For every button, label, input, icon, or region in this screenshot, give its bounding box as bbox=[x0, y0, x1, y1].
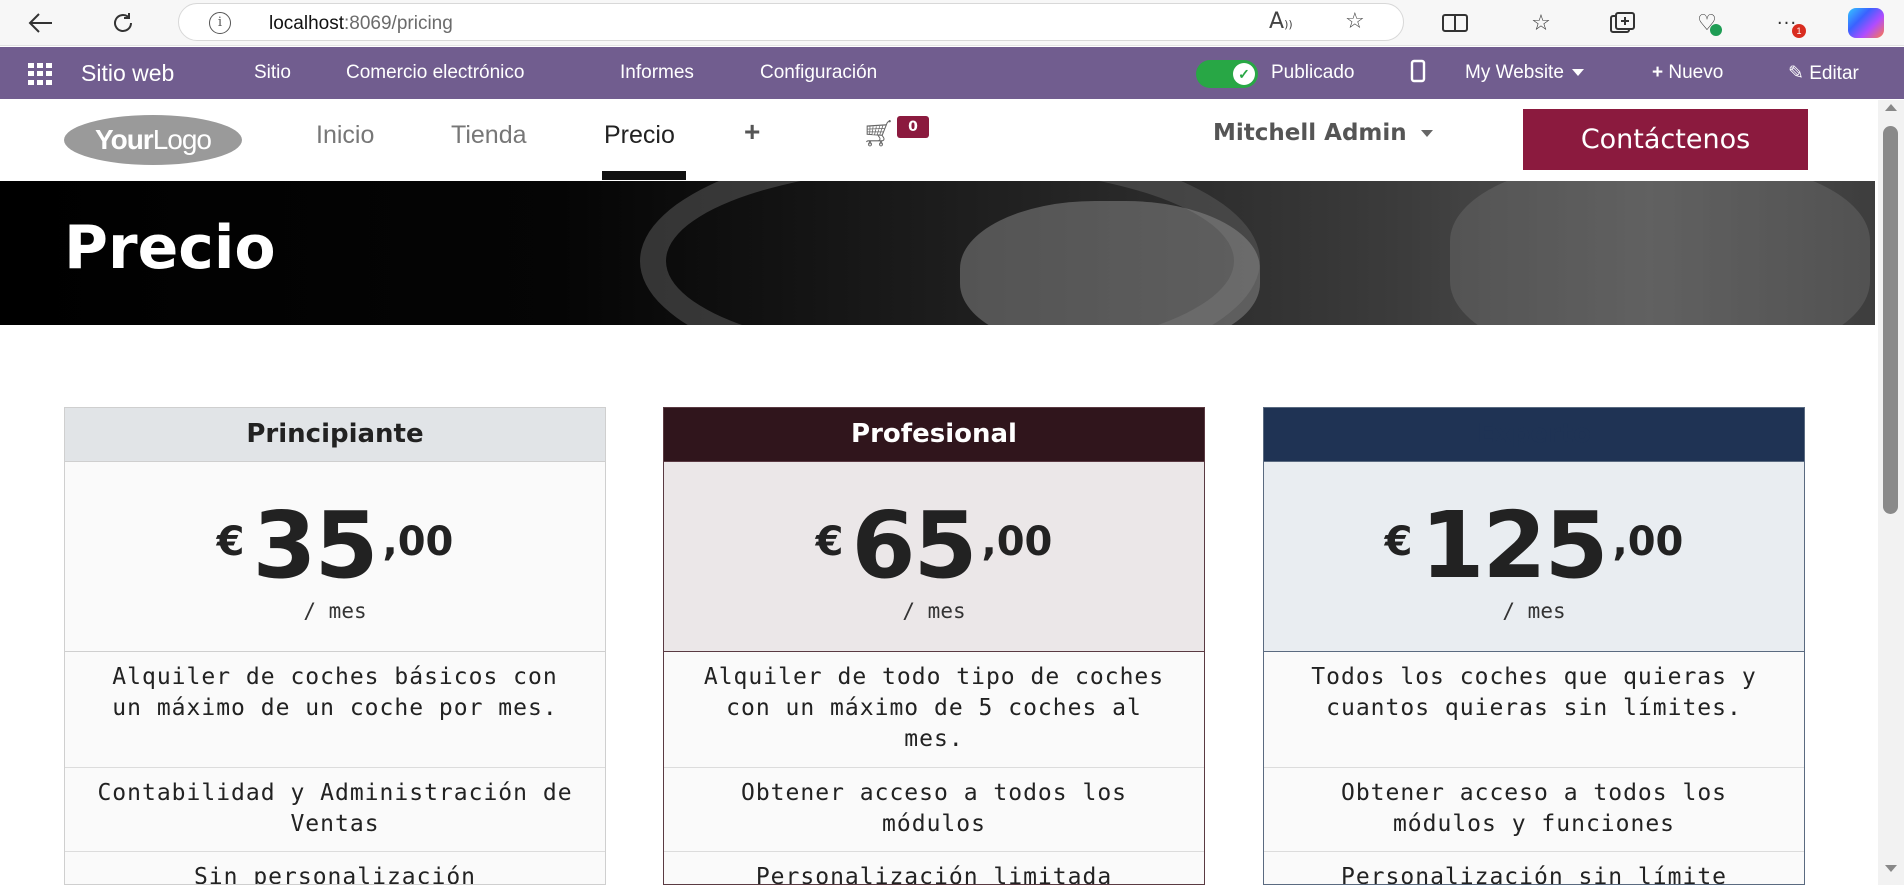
split-screen-icon[interactable] bbox=[1440, 8, 1470, 38]
plan-feature: Personalización limitada bbox=[755, 864, 1113, 885]
user-name: Mitchell Admin bbox=[1213, 120, 1407, 146]
menu-sitio[interactable]: Sitio bbox=[254, 62, 291, 84]
published-toggle[interactable]: ✓ bbox=[1196, 60, 1258, 88]
price-block: €65,00 / mes bbox=[664, 462, 1204, 652]
page-scrollbar[interactable] bbox=[1878, 100, 1904, 885]
website-label: My Website bbox=[1465, 62, 1564, 83]
price-block: €125,00 / mes bbox=[1264, 462, 1804, 652]
contact-us-button[interactable]: Contáctenos bbox=[1523, 109, 1808, 170]
nav-precio[interactable]: Precio bbox=[604, 121, 675, 150]
browser-essentials-icon[interactable]: ♡ bbox=[1692, 8, 1722, 38]
back-arrow-icon[interactable] bbox=[26, 8, 56, 38]
pricing-card-beginner: Principiante €35,00 / mes Alquiler de co… bbox=[64, 407, 606, 885]
address-bar[interactable]: i localhost:8069/pricing A)) ☆ bbox=[178, 3, 1404, 41]
page-title: Precio bbox=[64, 213, 276, 283]
company-logo[interactable]: YourLogo bbox=[64, 115, 242, 165]
price: €35,00 bbox=[65, 492, 605, 599]
plan-feature: Obtener acceso a todos los módulos bbox=[664, 768, 1204, 852]
plan-feature: Sin personalización bbox=[193, 864, 477, 885]
app-name[interactable]: Sitio web bbox=[81, 60, 174, 87]
odoo-admin-bar: Sitio web Sitio Comercio electrónico Inf… bbox=[0, 47, 1904, 99]
edit-button[interactable]: ✎ Editar bbox=[1788, 62, 1859, 85]
price-amount: 65 bbox=[851, 492, 977, 599]
active-nav-indicator bbox=[602, 171, 686, 180]
price: €65,00 bbox=[664, 492, 1204, 599]
plan-feature: Alquiler de coches básicos con un máximo… bbox=[65, 652, 605, 768]
plan-name: Principiante bbox=[65, 408, 605, 462]
mobile-preview-icon[interactable] bbox=[1410, 59, 1426, 89]
apps-menu-icon[interactable] bbox=[28, 63, 54, 85]
plus-icon: + bbox=[1652, 62, 1664, 83]
price-block: €35,00 / mes bbox=[65, 462, 605, 652]
cart-icon[interactable]: 🛒︎ bbox=[862, 119, 895, 149]
menu-ecommerce[interactable]: Comercio electrónico bbox=[346, 62, 524, 84]
favorites-icon[interactable]: ☆ bbox=[1526, 8, 1556, 38]
plan-feature: Todos los coches que quieras y cuantos q… bbox=[1264, 652, 1804, 768]
currency-symbol: € bbox=[1384, 519, 1413, 565]
copilot-icon[interactable] bbox=[1848, 8, 1884, 38]
refresh-icon[interactable] bbox=[108, 8, 138, 38]
url-text: localhost:8069/pricing bbox=[269, 13, 453, 35]
price-decimals: ,00 bbox=[1612, 519, 1684, 565]
caret-down-icon bbox=[1420, 130, 1433, 137]
price-period: / mes bbox=[902, 599, 966, 623]
website-switcher[interactable]: My Website bbox=[1465, 62, 1584, 84]
more-icon[interactable]: ··· 1 bbox=[1772, 8, 1806, 38]
notification-badge: 1 bbox=[1792, 24, 1806, 38]
published-label: Publicado bbox=[1271, 62, 1355, 83]
price-amount: 35 bbox=[252, 492, 378, 599]
hero-background-shape bbox=[1450, 181, 1870, 325]
star-icon[interactable]: ☆ bbox=[1345, 9, 1365, 34]
price-decimals: ,00 bbox=[382, 519, 454, 565]
price-decimals: ,00 bbox=[981, 519, 1053, 565]
collections-icon[interactable] bbox=[1608, 8, 1638, 38]
currency-symbol: € bbox=[216, 519, 245, 565]
plan-name: Profesional bbox=[664, 408, 1204, 462]
new-label: Nuevo bbox=[1668, 62, 1724, 83]
nav-inicio[interactable]: Inicio bbox=[316, 121, 374, 150]
plan-name: Experto bbox=[1264, 408, 1804, 462]
browser-toolbar: i localhost:8069/pricing A)) ☆ ☆ ♡ ··· 1 bbox=[0, 0, 1904, 46]
site-info-icon[interactable]: i bbox=[209, 12, 231, 34]
edit-label: Editar bbox=[1809, 63, 1859, 84]
menu-reports[interactable]: Informes bbox=[620, 62, 694, 84]
logo-bold-text: Your bbox=[95, 124, 154, 155]
new-button[interactable]: + Nuevo bbox=[1652, 62, 1723, 84]
plan-feature: Contabilidad y Administración de Ventas bbox=[65, 768, 605, 852]
user-menu[interactable]: Mitchell Admin bbox=[1213, 120, 1433, 146]
cart-count-badge: 0 bbox=[897, 116, 929, 138]
scroll-up-arrow-icon[interactable] bbox=[1885, 104, 1897, 111]
nav-tienda[interactable]: Tienda bbox=[451, 121, 527, 150]
caret-down-icon bbox=[1571, 69, 1584, 77]
menu-configuration[interactable]: Configuración bbox=[760, 62, 877, 84]
url-host: localhost bbox=[269, 13, 344, 34]
currency-symbol: € bbox=[815, 519, 844, 565]
scroll-down-arrow-icon[interactable] bbox=[1885, 865, 1897, 872]
logo-light-text: Logo bbox=[152, 124, 212, 155]
nav-add-page[interactable]: + bbox=[744, 116, 760, 148]
plan-feature: Obtener acceso a todos los módulos y fun… bbox=[1264, 768, 1804, 852]
price-amount: 125 bbox=[1420, 492, 1608, 599]
price-period: / mes bbox=[303, 599, 367, 623]
url-path: :8069/pricing bbox=[344, 13, 453, 34]
check-icon: ✓ bbox=[1233, 63, 1255, 85]
scrollbar-thumb[interactable] bbox=[1883, 126, 1898, 514]
website-header: YourLogo Inicio Tienda Precio + 🛒︎ 0 Mit… bbox=[0, 99, 1880, 180]
hero-background-shape bbox=[960, 201, 1260, 325]
price-period: / mes bbox=[1502, 599, 1566, 623]
read-aloud-icon[interactable]: A)) bbox=[1269, 9, 1293, 34]
plan-feature: Personalización sin límite bbox=[1340, 864, 1728, 885]
price: €125,00 bbox=[1264, 492, 1804, 599]
plan-feature: Alquiler de todo tipo de coches con un m… bbox=[664, 652, 1204, 768]
pricing-card-expert: Experto €125,00 / mes Todos los coches q… bbox=[1263, 407, 1805, 885]
pencil-icon: ✎ bbox=[1788, 63, 1804, 84]
hero-banner: Precio bbox=[0, 181, 1875, 325]
pricing-card-professional: Profesional €65,00 / mes Alquiler de tod… bbox=[663, 407, 1205, 885]
